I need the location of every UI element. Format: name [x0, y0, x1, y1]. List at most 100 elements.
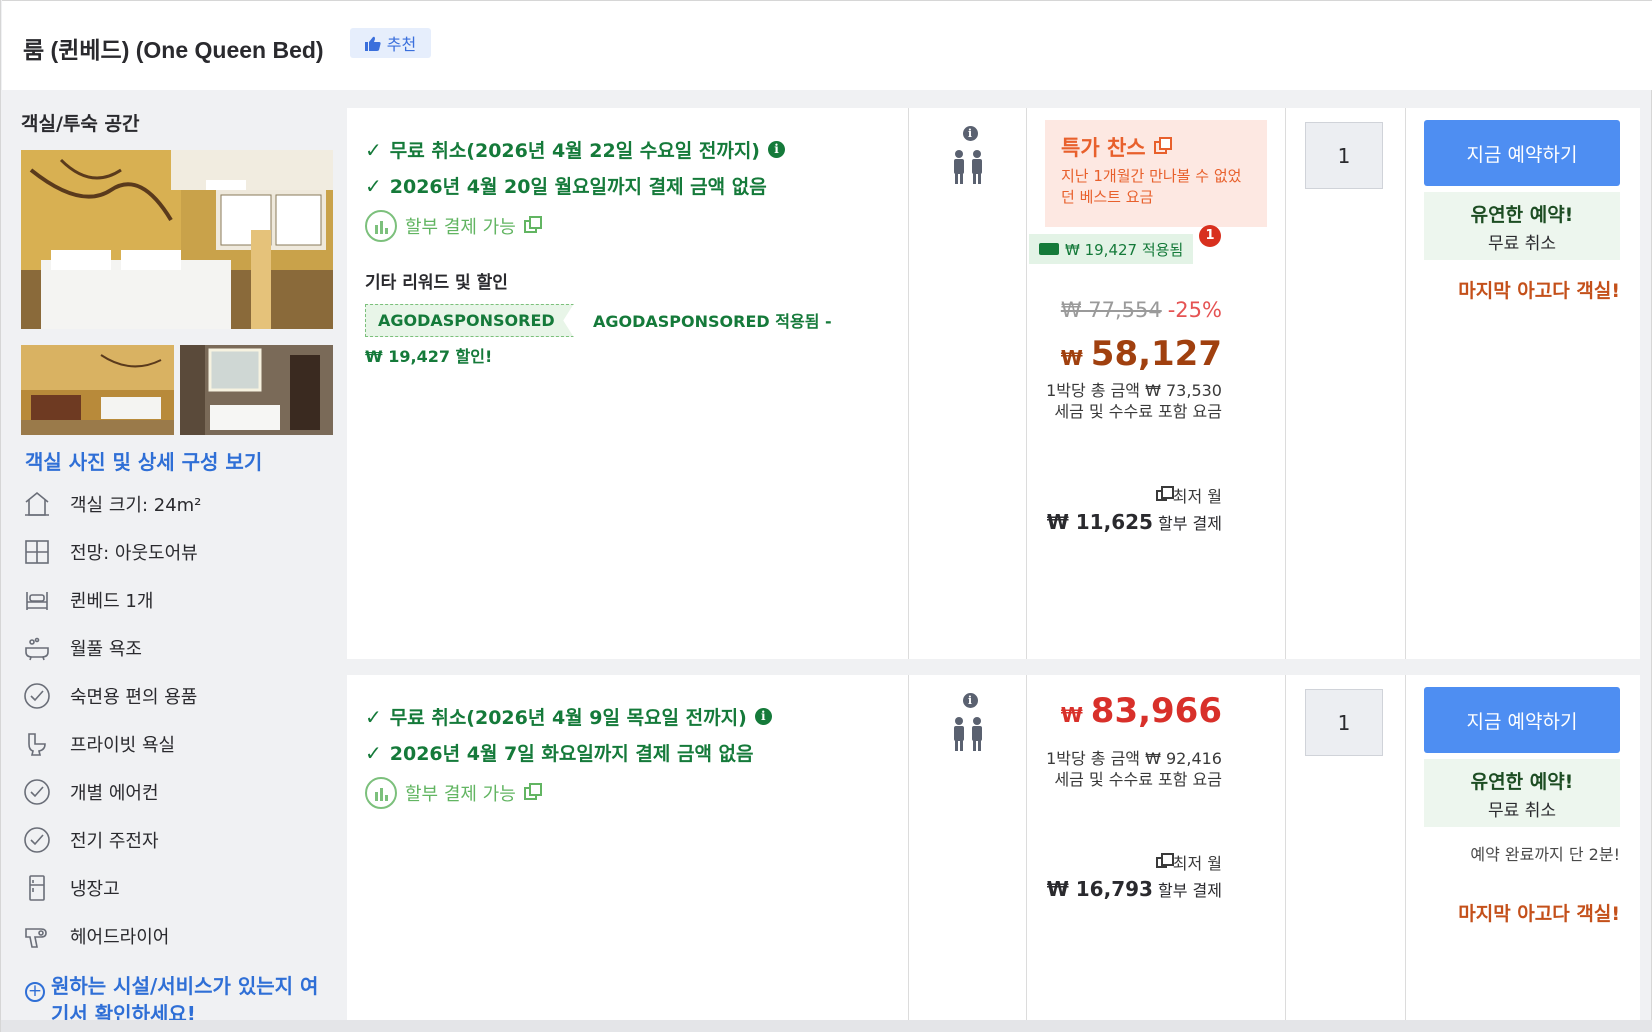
external-link-icon [523, 782, 542, 800]
room-features-list: 객실 크기: 24m² 전망: 아웃도어뷰 퀸베드 1개 월풀 욕조 숙면용 편… [21, 480, 341, 960]
room-photo-main[interactable] [21, 150, 333, 329]
deal-description: 지난 1개월간 만나볼 수 없었던 베스트 요금 [1061, 167, 1242, 206]
feature-fridge: 냉장고 [21, 864, 341, 912]
room-photos-link[interactable]: 객실 사진 및 상세 구성 보기 [25, 446, 262, 475]
page-frame: 룸 (퀸베드) (One Queen Bed) 추천 객실/투숙 공간 객실 사… [0, 0, 1652, 1032]
feature-label: 월풀 욕조 [70, 639, 142, 660]
external-link-icon [1155, 852, 1174, 868]
feature-label: 숙면용 편의 용품 [70, 687, 198, 708]
feature-label: 전기 주전자 [70, 831, 159, 852]
free-cancel-condition: ✓ 무료 취소(2026년 4월 9일 목요일 전까지) i [365, 703, 772, 730]
no-payment-condition: ✓ 2026년 4월 7일 화요일까지 결제 금액 없음 [365, 739, 754, 766]
rate-offer-1: ✓ 무료 취소(2026년 4월 22일 수요일 전까지) i ✓ 2026년 … [347, 108, 1640, 659]
info-icon[interactable]: i [962, 693, 978, 708]
check-circle-icon [21, 825, 52, 856]
installment-option[interactable]: 할부 결제 가능 [365, 210, 542, 242]
fridge-icon [21, 873, 52, 904]
monthly-label: 할부 결제 [1158, 514, 1222, 533]
lowest-label: 최저 월 [1172, 487, 1222, 506]
lowest-label: 최저 월 [1172, 854, 1222, 873]
tax-note: 세금 및 수수료 포함 요금 [1054, 402, 1222, 421]
divider [908, 675, 909, 1020]
bathroom-photo-thumb[interactable] [180, 345, 333, 435]
feature-label: 퀸베드 1개 [70, 591, 154, 612]
feature-kettle: 전기 주전자 [21, 816, 341, 864]
occupancy-indicator: i [950, 126, 990, 189]
rate-offer-2: ✓ 무료 취소(2026년 4월 9일 목요일 전까지) i ✓ 2026년 4… [347, 675, 1640, 1020]
feature-bed: 퀸베드 1개 [21, 576, 341, 624]
free-cancel-condition: ✓ 무료 취소(2026년 4월 22일 수요일 전까지) i [365, 136, 785, 163]
feature-view: 전망: 아웃도어뷰 [21, 528, 341, 576]
installment-text[interactable]: 할부 결제 가능 [405, 780, 516, 806]
no-payment-text: 2026년 4월 7일 화요일까지 결제 금액 없음 [389, 743, 754, 765]
feature-sleep-amenities: 숙면용 편의 용품 [21, 672, 341, 720]
room-quantity-select[interactable]: 1 [1305, 122, 1383, 189]
no-payment-text: 2026년 4월 20일 월요일까지 결제 금액 없음 [389, 176, 767, 198]
feature-hairdryer: 헤어드라이어 [21, 912, 341, 960]
two-adults-icon [954, 717, 982, 751]
bed-icon [21, 585, 52, 616]
two-adults-icon [954, 150, 982, 184]
currency-symbol: ₩ [1060, 346, 1083, 370]
hairdryer-icon [21, 921, 52, 952]
check-icon: ✓ [365, 704, 382, 729]
divider [1285, 675, 1286, 1020]
room-header: 룸 (퀸베드) (One Queen Bed) 추천 [2, 0, 1652, 90]
price-amount: 83,966 [1090, 691, 1222, 731]
monthly-installment: ₩ 11,625 할부 결제 [1047, 510, 1222, 534]
installment-icon [365, 210, 397, 242]
recommend-label: 추천 [386, 35, 417, 54]
toilet-icon [21, 729, 52, 760]
book-now-button[interactable]: 지금 예약하기 [1424, 687, 1620, 753]
divider [908, 108, 909, 659]
external-link-icon [523, 215, 542, 233]
no-payment-condition: ✓ 2026년 4월 20일 월요일까지 결제 금액 없음 [365, 172, 767, 199]
bottom-edge [1, 1020, 1652, 1032]
final-price: ₩ 58,127 [1061, 334, 1222, 374]
discount-percent: -25% [1167, 298, 1222, 322]
monthly-installment: ₩ 16,793 할부 결제 [1047, 877, 1222, 901]
occupancy-indicator: i [950, 693, 990, 756]
check-circle-icon [21, 681, 52, 712]
free-cancel-text: 무료 취소(2026년 4월 22일 수요일 전까지) [389, 140, 760, 162]
book-now-button[interactable]: 지금 예약하기 [1424, 120, 1620, 186]
external-link-icon [1153, 136, 1172, 154]
crossed-out-price: ₩ 77,554 [1060, 298, 1162, 322]
lowest-monthly[interactable]: 최저 월 [1155, 850, 1222, 874]
flexible-booking-box: 유연한 예약! 무료 취소 [1424, 192, 1620, 260]
feature-label: 헤어드라이어 [70, 927, 170, 948]
thumbs-up-icon [364, 36, 381, 51]
flexible-booking-box: 유연한 예약! 무료 취소 [1424, 759, 1620, 827]
deal-title-text[interactable]: 특가 찬스 [1061, 132, 1146, 162]
info-icon[interactable]: i [962, 126, 978, 141]
flexible-title: 유연한 예약! [1470, 204, 1574, 226]
room-quantity-select[interactable]: 1 [1305, 689, 1383, 756]
monthly-label: 할부 결제 [1158, 881, 1222, 900]
rewards-title: 기타 리워드 및 할인 [365, 273, 508, 293]
info-icon[interactable]: i [754, 708, 772, 725]
original-price: ₩ 77,554 -25% [1061, 298, 1222, 322]
installment-text[interactable]: 할부 결제 가능 [405, 213, 516, 239]
feature-label: 개별 에어컨 [70, 783, 159, 804]
room-photo-thumb[interactable] [21, 345, 174, 435]
free-cancel-text: 무료 취소(2026년 4월 9일 목요일 전까지) [389, 707, 747, 729]
check-icon: ✓ [365, 740, 382, 765]
special-deal-box: 특가 찬스 지난 1개월간 만나볼 수 없었던 베스트 요금 [1045, 120, 1267, 227]
coupon-applied-tag[interactable]: ₩ 19,427 적용됨 [1029, 234, 1194, 264]
house-icon [21, 489, 52, 520]
window-icon [21, 537, 52, 568]
installment-option[interactable]: 할부 결제 가능 [365, 777, 542, 809]
recommend-badge: 추천 [350, 28, 431, 58]
deal-title[interactable]: 특가 찬스 [1061, 132, 1251, 162]
external-link-icon [1155, 485, 1174, 501]
feature-room-size: 객실 크기: 24m² [21, 480, 341, 528]
flexible-subtitle: 무료 취소 [1488, 801, 1556, 821]
tax-note: 세금 및 수수료 포함 요금 [1054, 770, 1222, 789]
room-info-column: 객실/투숙 공간 객실 사진 및 상세 구성 보기 객실 크기: 24m² 전망… [2, 90, 346, 1032]
feature-private-bath: 프라이빗 욕실 [21, 720, 341, 768]
lowest-monthly[interactable]: 최저 월 [1155, 483, 1222, 507]
applied-amount: ₩ 19,427 적용됨 [1065, 240, 1184, 259]
installment-icon [365, 777, 397, 809]
info-icon[interactable]: i [768, 141, 785, 158]
coupon-code-tag: AGODASPONSORED [365, 304, 574, 337]
